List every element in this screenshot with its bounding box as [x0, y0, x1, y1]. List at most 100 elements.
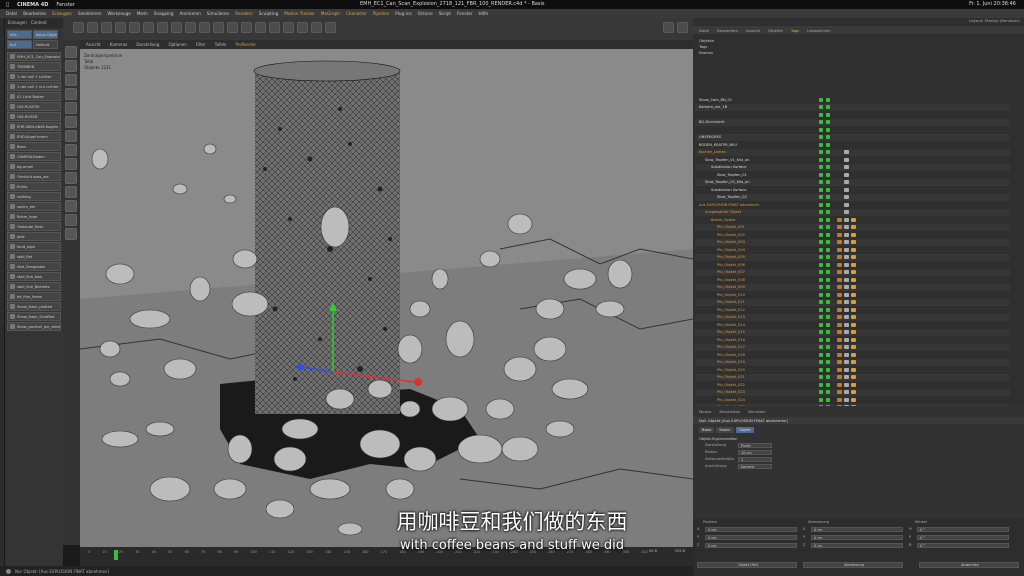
tab-content[interactable]: Content	[31, 20, 47, 26]
c4d-menu-0[interactable]: Datei	[6, 11, 17, 16]
visibility-toggle-icon[interactable]	[826, 360, 830, 365]
tag-icon[interactable]	[851, 322, 856, 327]
tag-icon[interactable]	[837, 315, 842, 320]
visibility-toggle-icon[interactable]	[826, 337, 830, 342]
tag-icon[interactable]	[837, 382, 842, 387]
object-row[interactable]: Pfo_Objekt_002	[695, 231, 1010, 239]
apple-icon[interactable]: 	[6, 2, 9, 8]
toolbar-tool-icon[interactable]	[101, 22, 112, 33]
visibility-toggle-icon[interactable]	[826, 202, 830, 207]
apply-button[interactable]: Anwenden	[919, 562, 1019, 568]
preset-row[interactable]: HIG-PLASTIK	[7, 102, 61, 111]
tag-icon[interactable]	[837, 277, 842, 282]
c4d-menu-14[interactable]: Pipeline	[373, 11, 389, 16]
preset-row[interactable]: Show_particel_ple_zelekte	[7, 322, 61, 331]
tag-icon[interactable]	[851, 307, 856, 312]
tab-erzeugen[interactable]: Erzeugen	[8, 20, 27, 26]
visibility-toggle-icon[interactable]	[819, 315, 823, 320]
tag-icon[interactable]	[837, 255, 842, 260]
tag-icon[interactable]	[837, 292, 842, 297]
tag-icon[interactable]	[844, 240, 849, 245]
c4d-menu-7[interactable]: Animieren	[180, 11, 201, 16]
tag-icon[interactable]	[851, 255, 856, 260]
object-row[interactable]: Aus EXPLOSION FINAT abnehmen	[695, 201, 1010, 209]
attr-subtab[interactable]: Koord.	[716, 427, 734, 433]
mode-tool-icon[interactable]	[65, 200, 77, 212]
c4d-menu-2[interactable]: Erzeugen	[52, 11, 72, 16]
visibility-toggle-icon[interactable]	[819, 255, 823, 260]
tag-icon[interactable]	[851, 330, 856, 335]
object-row[interactable]: Slow_Tropfen_01_Kilo_an	[695, 156, 1010, 164]
c4d-menu-17[interactable]: Skript	[439, 11, 451, 16]
tag-icon[interactable]	[851, 345, 856, 350]
tag-icon[interactable]	[851, 360, 856, 365]
om-tab[interactable]: Ansicht	[746, 28, 760, 33]
visibility-toggle-icon[interactable]	[819, 225, 823, 230]
visibility-toggle-icon[interactable]	[819, 157, 823, 162]
object-row[interactable]: Bohne_Spitze	[695, 216, 1010, 224]
toolbar-tool-icon[interactable]	[171, 22, 182, 33]
tag-icon[interactable]	[844, 330, 849, 335]
viewport-menu-item[interactable]: ProRender	[235, 42, 256, 47]
visibility-toggle-icon[interactable]	[819, 307, 823, 312]
3d-viewport[interactable]: Zentralperspektive Total Objekte 1221	[80, 49, 693, 547]
tag-icon[interactable]	[837, 322, 842, 327]
tag-icon[interactable]	[837, 397, 842, 402]
visibility-toggle-icon[interactable]	[819, 202, 823, 207]
object-row[interactable]	[695, 126, 1010, 134]
viewport-menu-item[interactable]: Filter	[196, 42, 206, 47]
visibility-toggle-icon[interactable]	[819, 165, 823, 170]
object-row[interactable]: Pfo_Objekt_006	[695, 261, 1010, 269]
tag-icon[interactable]	[837, 337, 842, 342]
visibility-toggle-icon[interactable]	[826, 292, 830, 297]
object-row[interactable]: Pfo_Objekt_020	[695, 366, 1010, 374]
toolbar-tool-icon[interactable]	[199, 22, 210, 33]
tag-icon[interactable]	[837, 345, 842, 350]
preset-row[interactable]: TRENNEN	[7, 62, 61, 71]
tag-icon[interactable]	[844, 292, 849, 297]
mode-tool-icon[interactable]	[65, 214, 77, 226]
mode-tool-icon[interactable]	[65, 74, 77, 86]
visibility-toggle-icon[interactable]	[819, 105, 823, 110]
tag-icon[interactable]	[844, 262, 849, 267]
visibility-toggle-icon[interactable]	[819, 142, 823, 147]
visibility-toggle-icon[interactable]	[826, 105, 830, 110]
object-row[interactable]: Pfo_Objekt_015	[695, 328, 1010, 336]
tag-icon[interactable]	[851, 270, 856, 275]
mode-tool-icon[interactable]	[65, 116, 77, 128]
tag-icon[interactable]	[844, 165, 849, 170]
c4d-menu-5[interactable]: Mesh	[137, 11, 148, 16]
visibility-toggle-icon[interactable]	[826, 240, 830, 245]
tag-icon[interactable]	[837, 217, 842, 222]
alle-button[interactable]: Alle	[7, 30, 32, 39]
visibility-toggle-icon[interactable]	[826, 330, 830, 335]
preset-row[interactable]: bd_fine_items	[7, 292, 61, 301]
om-tab[interactable]: Objekte	[768, 28, 783, 33]
object-row[interactable]: Pfo_Objekt_001	[695, 223, 1010, 231]
attr-field-value[interactable]: 1	[738, 457, 772, 462]
viewport-menu-item[interactable]: Ansicht	[86, 42, 101, 47]
tag-icon[interactable]	[844, 247, 849, 252]
mode-tool-icon[interactable]	[65, 158, 77, 170]
visibility-toggle-icon[interactable]	[819, 180, 823, 185]
tag-icon[interactable]	[844, 397, 849, 402]
object-row[interactable]: Pfo_Objekt_014	[695, 321, 1010, 329]
om-tab[interactable]: Datei	[699, 28, 709, 33]
toolbar-tool-icon[interactable]	[87, 22, 98, 33]
default-button[interactable]: Default	[33, 40, 58, 49]
tag-icon[interactable]	[844, 345, 849, 350]
tag-icon[interactable]	[851, 277, 856, 282]
object-row[interactable]: Show_Cam_BN_01	[695, 96, 1010, 104]
object-row[interactable]: Pfo_Objekt_022	[695, 381, 1010, 389]
visibility-toggle-icon[interactable]	[819, 172, 823, 177]
c4d-menu-9[interactable]: Rendern	[235, 11, 253, 16]
tag-icon[interactable]	[837, 232, 842, 237]
visibility-toggle-icon[interactable]	[826, 120, 830, 125]
visibility-toggle-icon[interactable]	[819, 277, 823, 282]
toolbar-tool-icon[interactable]	[115, 22, 126, 33]
tag-icon[interactable]	[844, 277, 849, 282]
visibility-toggle-icon[interactable]	[826, 307, 830, 312]
preset-row[interactable]: Jade	[7, 232, 61, 241]
c4d-menu-4[interactable]: Werkzeuge	[108, 11, 131, 16]
visibility-toggle-icon[interactable]	[826, 285, 830, 290]
